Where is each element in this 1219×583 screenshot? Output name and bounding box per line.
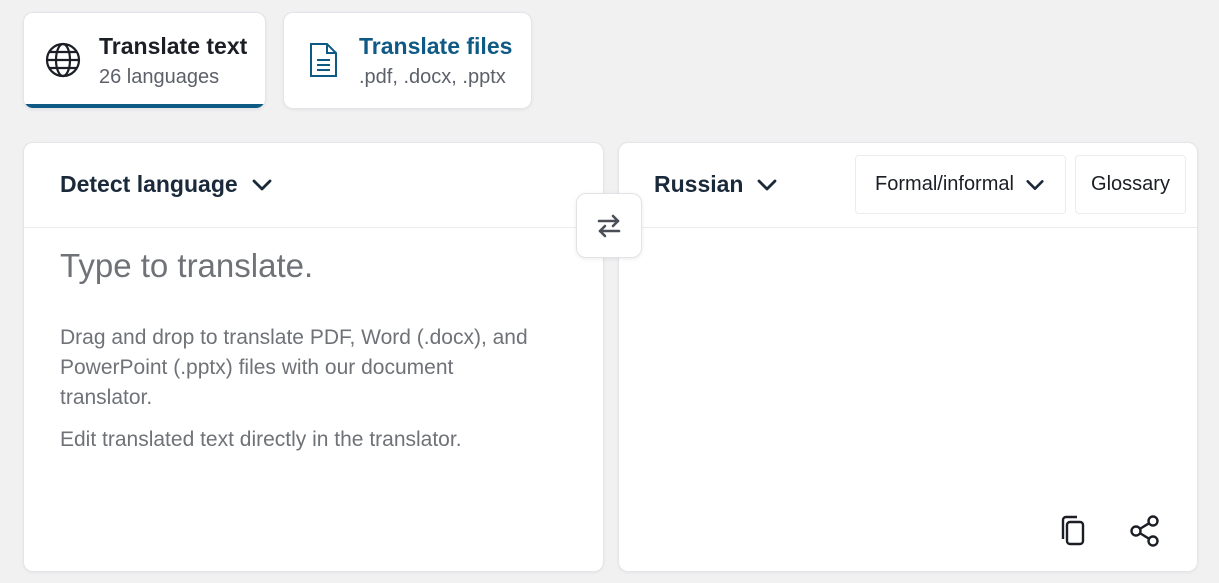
edit-hint: Edit translated text directly in the tra…	[60, 428, 462, 451]
formality-label: Formal/informal	[875, 173, 1014, 195]
target-language-selector[interactable]: Russian	[654, 171, 779, 198]
glossary-label: Glossary	[1091, 173, 1170, 195]
tab-translate-text-subtitle: 26 languages	[99, 66, 220, 88]
source-text-input[interactable]: Type to translate.	[60, 247, 580, 285]
tab-translate-text-title: Translate text	[99, 33, 248, 59]
source-language-label: Detect language	[60, 171, 238, 197]
tab-translate-files[interactable]: Translate files .pdf, .docx, .pptx	[283, 12, 532, 109]
glossary-button[interactable]: Glossary	[1075, 155, 1186, 214]
formality-dropdown[interactable]: Formal/informal	[855, 155, 1066, 214]
chevron-down-icon	[252, 179, 272, 190]
share-icon	[1130, 515, 1159, 547]
document-icon	[304, 41, 342, 79]
chevron-down-icon	[758, 179, 777, 190]
source-language-selector[interactable]: Detect language	[60, 171, 274, 198]
source-placeholder: Type to translate.	[60, 247, 314, 284]
swap-arrows-icon	[597, 214, 621, 237]
chevron-down-icon	[1026, 179, 1044, 190]
target-language-label: Russian	[654, 171, 744, 197]
target-panel: Russian Formal/informal Glossary	[618, 142, 1198, 572]
copy-icon	[1061, 515, 1085, 546]
source-panel: Detect language Type to translate. Drag …	[23, 142, 604, 572]
share-button[interactable]	[1125, 511, 1165, 551]
active-tab-indicator	[24, 104, 265, 108]
tab-translate-files-title: Translate files	[359, 33, 513, 59]
swap-languages-button[interactable]	[576, 193, 642, 258]
copy-button[interactable]	[1053, 511, 1093, 551]
drag-drop-hint: Drag and drop to translate PDF, Word (.d…	[60, 326, 528, 409]
tab-translate-text[interactable]: Translate text 26 languages	[23, 12, 266, 109]
globe-icon	[44, 41, 82, 79]
tab-translate-files-subtitle: .pdf, .docx, .pptx	[359, 66, 506, 88]
target-panel-header: Russian Formal/informal Glossary	[619, 143, 1197, 228]
source-panel-header: Detect language	[24, 143, 603, 228]
